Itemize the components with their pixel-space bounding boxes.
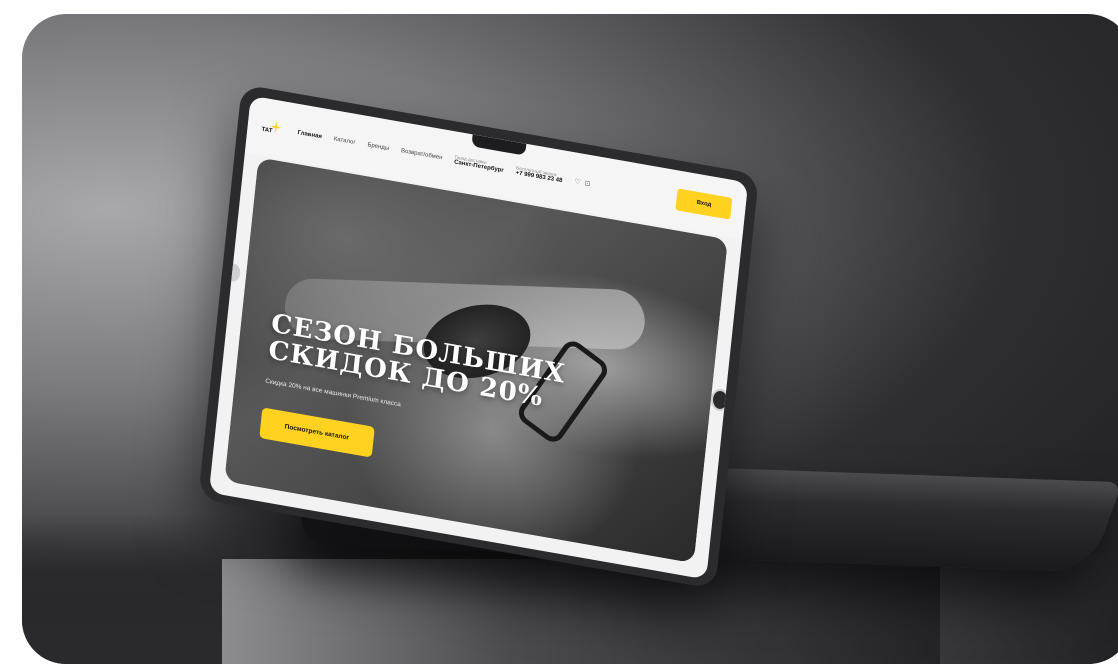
nav-item-home[interactable]: Главная bbox=[297, 130, 322, 140]
nav-item-catalog[interactable]: Каталог bbox=[333, 136, 355, 146]
photo-background: ТАТ Главная Каталог Бренды Возврат/обмен… bbox=[22, 14, 1118, 664]
laptop-lid: ТАТ Главная Каталог Бренды Возврат/обмен… bbox=[198, 84, 760, 590]
header-icons: ♡ ⊡ bbox=[574, 177, 591, 188]
pedestal-side bbox=[940, 554, 1118, 664]
cart-icon[interactable]: ⊡ bbox=[584, 179, 591, 188]
logo-text: ТАТ bbox=[261, 126, 273, 135]
nav-item-returns[interactable]: Возврат/обмен bbox=[401, 148, 443, 161]
nav-item-brands[interactable]: Бренды bbox=[367, 142, 389, 152]
catalog-button[interactable]: Посмотреть каталог bbox=[259, 407, 375, 458]
phone-block[interactable]: Бесплатный звонок +7 999 983 23 48 bbox=[515, 165, 563, 186]
site-logo[interactable]: ТАТ bbox=[261, 119, 287, 139]
delivery-city[interactable]: Город доставки Санкт-Петербург bbox=[454, 154, 505, 175]
login-button[interactable]: Вход bbox=[675, 188, 733, 220]
pedestal bbox=[222, 559, 942, 664]
heart-icon[interactable]: ♡ bbox=[574, 177, 581, 186]
